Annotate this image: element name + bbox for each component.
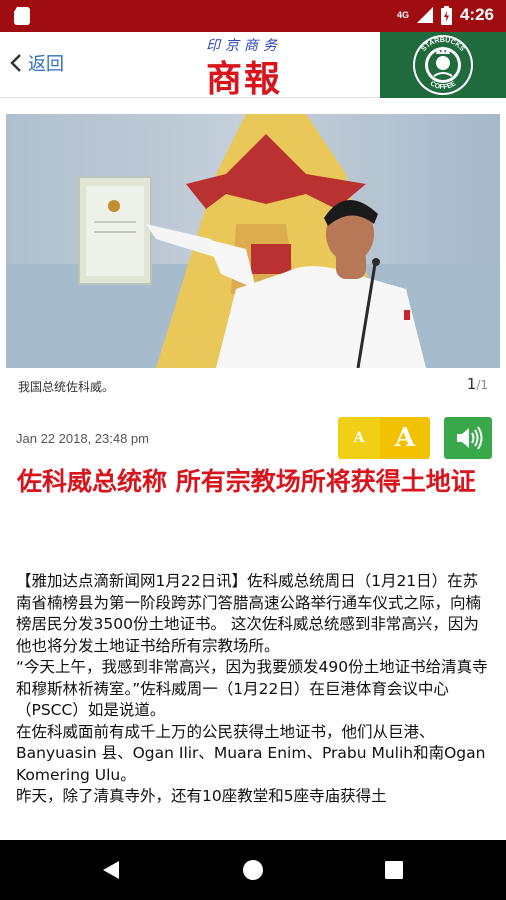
back-button[interactable]: 返回 <box>10 50 64 76</box>
recents-nav-icon[interactable] <box>385 861 403 879</box>
back-nav-icon[interactable] <box>101 860 121 880</box>
starbucks-ad[interactable]: STARBUCKS COFFEE <box>380 32 506 98</box>
app-bar: 返回 印京商务 商報 STARBUCKS COFFEE <box>0 32 506 100</box>
sim-card-icon <box>14 7 30 25</box>
newspaper-logo: 印京商务 商報 <box>196 34 320 100</box>
battery-icon <box>440 5 452 25</box>
navigation-bar <box>0 840 506 900</box>
starbucks-logo-icon: STARBUCKS COFFEE <box>413 35 473 95</box>
article-paragraph: 在佐科威面前有成千上万的公民获得土地证书，他们从巨港、Banyuasin 县、O… <box>16 722 486 784</box>
network-type: 4G <box>396 10 409 20</box>
font-size-controls: A A <box>338 417 430 459</box>
pager-current: 1 <box>466 375 477 393</box>
font-smaller-button[interactable]: A <box>338 417 380 459</box>
home-nav-icon[interactable] <box>242 859 264 881</box>
clock: 4:26 <box>459 5 494 24</box>
article-paragraph: “今天上午，我感到非常高兴，因为我要颁发490份土地证书给清真寺和穆斯林祈祷室。… <box>16 658 488 719</box>
photo-illustration <box>6 114 500 368</box>
read-aloud-button[interactable] <box>444 417 492 459</box>
article-body: 【雅加达点滴新闻网1月22日讯】佐科威总统周日（1月21日）在苏南省楠榜县为第一… <box>16 571 492 808</box>
article-paragraph: 昨天，除了清真寺外，还有10座教堂和5座寺庙获得土 <box>16 787 387 805</box>
chevron-left-icon <box>10 54 21 72</box>
signal-icon <box>416 7 433 23</box>
photo-caption: 我国总统佐科威。 <box>18 380 115 394</box>
pager-total: /1 <box>476 378 488 392</box>
font-larger-button[interactable]: A <box>380 417 430 459</box>
speaker-icon <box>457 426 483 450</box>
article-photo[interactable] <box>6 114 500 368</box>
article-paragraph: 【雅加达点滴新闻网1月22日讯】佐科威总统周日（1月21日）在苏南省楠榜县为第一… <box>16 572 482 655</box>
back-label: 返回 <box>28 54 64 74</box>
article-date: Jan 22 2018, 23:48 pm <box>16 431 149 446</box>
status-bar: 4G 4:26 <box>0 0 506 32</box>
logo-title: 商報 <box>206 58 283 100</box>
photo-pager: 1/1 <box>467 375 488 393</box>
article-title: 佐科威总统称 所有宗教场所将获得土地证 <box>17 467 476 496</box>
